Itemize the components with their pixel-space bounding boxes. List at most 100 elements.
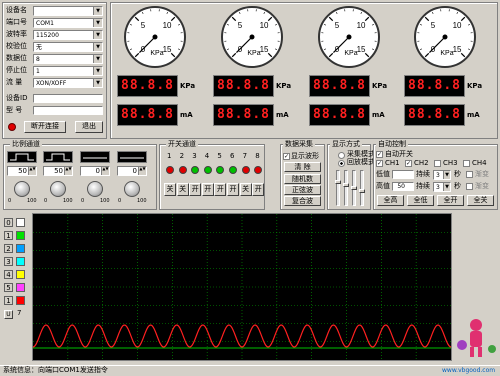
auto-control-button[interactable]: 全低 xyxy=(407,195,434,206)
setting-combo[interactable]: 8▼ xyxy=(33,54,103,64)
setting-combo[interactable]: COM1▼ xyxy=(33,18,103,28)
chevron-down-icon[interactable]: ▼ xyxy=(443,171,450,179)
chevron-down-icon[interactable]: ▼ xyxy=(93,43,102,51)
chevron-down-icon[interactable]: ▼ xyxy=(93,7,102,15)
acquisition-mode-radio[interactable] xyxy=(338,152,345,159)
chevron-down-icon[interactable]: ▼ xyxy=(93,31,102,39)
channel-slider-thumb[interactable] xyxy=(351,186,357,190)
adjust-knob[interactable] xyxy=(50,181,66,197)
auto-control-button[interactable]: 全开 xyxy=(437,195,464,206)
gradient-checkbox[interactable] xyxy=(466,171,473,178)
switch-toggle-button[interactable]: 开 xyxy=(214,183,226,196)
channel-slider-thumb[interactable] xyxy=(359,189,365,193)
channel-color-swatch[interactable] xyxy=(16,283,25,292)
switch-toggle-button[interactable]: 开 xyxy=(252,183,264,196)
channel-color-swatch[interactable] xyxy=(16,257,25,266)
switch-number-label: 3 xyxy=(192,152,196,161)
field-label: 停止位 xyxy=(6,66,27,75)
channel-color-swatch[interactable] xyxy=(16,244,25,253)
value-spinner[interactable]: 0▲▼ xyxy=(80,166,110,176)
setting-combo[interactable]: 无▼ xyxy=(33,42,103,52)
channel-color-swatch[interactable] xyxy=(16,231,25,240)
random-number-button[interactable]: 随机数 xyxy=(284,174,321,184)
threshold-spinner[interactable]: 50 xyxy=(392,182,414,191)
value-spinner[interactable]: 50▲▼ xyxy=(43,166,73,176)
value-spinner[interactable]: 50▲▼ xyxy=(7,166,37,176)
waveform-preview xyxy=(117,151,147,163)
disconnect-button[interactable]: 断开连接 xyxy=(24,121,66,133)
switch-status-led xyxy=(166,166,174,174)
model-field[interactable] xyxy=(33,106,103,115)
gradient-label: 渐变 xyxy=(475,170,489,179)
sine-wave-button[interactable]: 正弦波 xyxy=(284,185,321,195)
current-unit-label: mA xyxy=(372,111,385,120)
switch-toggle-button[interactable]: 开 xyxy=(202,183,214,196)
channel-slider-track[interactable] xyxy=(360,170,364,206)
gauge-tick-label: 15 xyxy=(260,45,269,54)
channel-checkbox[interactable]: ✓ xyxy=(405,160,412,167)
switch-number-label: 1 xyxy=(167,152,171,161)
pressure-gauge: 051015KPa xyxy=(312,4,386,70)
show-waveform-label: 显示波形 xyxy=(291,152,319,161)
waveform-preview xyxy=(7,151,37,163)
switch-toggle-button[interactable]: 开 xyxy=(227,183,239,196)
channel-slider-thumb[interactable] xyxy=(343,183,349,187)
spinner-arrows-icon[interactable]: ▲▼ xyxy=(64,167,72,175)
setting-combo[interactable]: XON/XOFF▼ xyxy=(33,78,103,88)
switch-status-led xyxy=(242,166,250,174)
gauge-tick-label: 10 xyxy=(357,21,366,30)
status-bar: 系统信息：向端口COM1发送指令 www.vbgood.com xyxy=(0,365,500,376)
channel-slider-thumb[interactable] xyxy=(335,180,341,184)
exit-button[interactable]: 退出 xyxy=(75,121,103,133)
channel-number: 0 xyxy=(4,218,13,227)
threshold-spinner[interactable] xyxy=(392,170,414,179)
channel-color-swatch[interactable] xyxy=(16,296,25,305)
chevron-down-icon[interactable]: ▼ xyxy=(93,55,102,63)
auto-control-title: 自动控制 xyxy=(376,140,408,148)
device-id-field[interactable] xyxy=(33,94,103,103)
waveform-plot xyxy=(32,213,452,361)
switch-toggle-button[interactable]: 关 xyxy=(240,183,252,196)
spinner-value: 50 xyxy=(54,167,63,175)
switch-number-label: 6 xyxy=(230,152,234,161)
channel-checkbox-label: CH3 xyxy=(443,159,458,168)
chevron-down-icon[interactable]: ▼ xyxy=(93,19,102,27)
channel-checkbox[interactable] xyxy=(434,160,441,167)
duration-combo[interactable]: 3▼ xyxy=(433,182,451,192)
switch-toggle-button[interactable]: 关 xyxy=(177,183,189,196)
adjust-knob[interactable] xyxy=(87,181,103,197)
chevron-down-icon[interactable]: ▼ xyxy=(443,183,450,191)
gradient-checkbox[interactable] xyxy=(466,183,473,190)
adjust-knob[interactable] xyxy=(124,181,140,197)
composite-wave-button[interactable]: 复合波 xyxy=(284,196,321,206)
show-waveform-checkbox[interactable]: ✓ xyxy=(283,153,290,160)
spinner-arrows-icon[interactable]: ▲▼ xyxy=(28,167,36,175)
channel-color-swatch[interactable] xyxy=(16,218,25,227)
spinner-arrows-icon[interactable]: ▲▼ xyxy=(101,167,109,175)
auto-control-button[interactable]: 全关 xyxy=(467,195,494,206)
data-acquisition-title: 数据采集 xyxy=(283,140,315,148)
switch-toggle-button[interactable]: 关 xyxy=(164,183,176,196)
channel-color-swatch[interactable] xyxy=(16,270,25,279)
chevron-down-icon[interactable]: ▼ xyxy=(93,67,102,75)
channel-checkbox[interactable]: ✓ xyxy=(376,160,383,167)
chevron-down-icon[interactable]: ▼ xyxy=(93,79,102,87)
legend-toggle-button[interactable]: U xyxy=(4,310,13,319)
duration-combo[interactable]: 3▼ xyxy=(433,170,451,180)
channel-checkbox[interactable] xyxy=(463,160,470,167)
setting-combo[interactable]: ▼ xyxy=(33,6,103,16)
current-display: 88.8.8 xyxy=(213,104,274,126)
pressure-display: 88.8.8 xyxy=(309,75,370,97)
auto-control-button[interactable]: 全高 xyxy=(377,195,404,206)
channel-slider-track[interactable] xyxy=(336,170,340,206)
playback-mode-radio[interactable] xyxy=(338,160,345,167)
spinner-arrows-icon[interactable]: ▲▼ xyxy=(138,167,146,175)
adjust-knob[interactable] xyxy=(14,181,30,197)
setting-combo[interactable]: 1▼ xyxy=(33,66,103,76)
value-spinner[interactable]: 0▲▼ xyxy=(117,166,147,176)
clear-button[interactable]: 清 除 xyxy=(284,162,321,172)
channel-slider-track[interactable] xyxy=(344,170,348,206)
switch-toggle-button[interactable]: 开 xyxy=(189,183,201,196)
setting-combo[interactable]: 115200▼ xyxy=(33,30,103,40)
auto-switch-checkbox[interactable]: ✓ xyxy=(376,151,383,158)
